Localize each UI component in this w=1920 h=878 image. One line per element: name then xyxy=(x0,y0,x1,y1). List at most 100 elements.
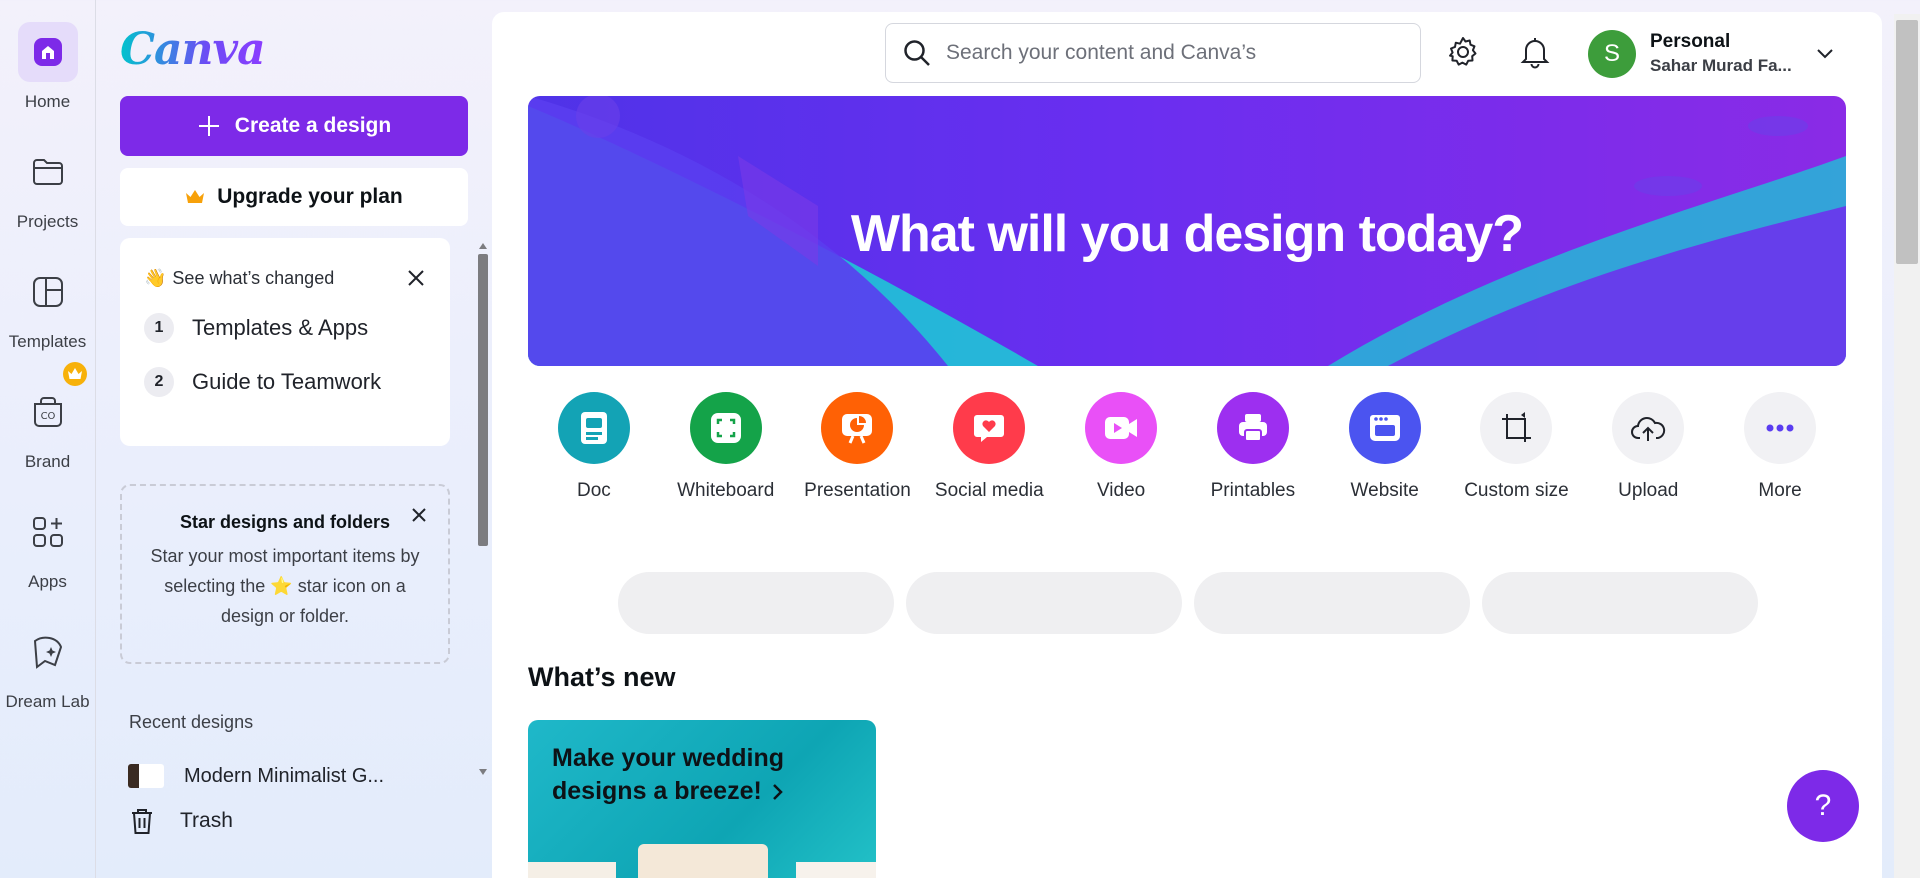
rail-label-brand: Brand xyxy=(24,452,71,471)
left-rail: Home Projects Templates CO Brand Apps Dr… xyxy=(0,0,96,878)
account-name: Personal xyxy=(1650,31,1731,52)
search-icon xyxy=(904,40,930,66)
trash-icon xyxy=(132,809,152,834)
promo-line-2-row: designs a breeze! xyxy=(552,775,852,808)
sidebar-scrollbar[interactable] xyxy=(478,254,488,546)
close-icon[interactable] xyxy=(406,268,426,288)
video-icon xyxy=(1085,392,1158,464)
avatar: S xyxy=(1588,30,1636,78)
rail-item-home[interactable]: Home xyxy=(0,22,96,142)
shortcut-label: Printables xyxy=(1210,480,1296,501)
account-switcher[interactable]: S Personal Sahar Murad Fa... xyxy=(1588,30,1834,78)
notifications-bell-icon[interactable] xyxy=(1519,35,1551,69)
rail-label-apps: Apps xyxy=(28,572,67,591)
templates-icon xyxy=(18,262,78,322)
search-input[interactable] xyxy=(946,41,1386,65)
account-subtitle: Sahar Murad Fa... xyxy=(1650,56,1792,75)
upgrade-plan-button[interactable]: Upgrade your plan xyxy=(120,168,468,226)
account-text: Personal Sahar Murad Fa... xyxy=(1650,30,1792,78)
shortcut-upload[interactable]: Upload xyxy=(1582,392,1714,502)
shortcut-social-media[interactable]: Social media xyxy=(923,392,1055,502)
crown-icon xyxy=(186,190,205,203)
loading-placeholder xyxy=(1482,572,1758,634)
star-designs-card: Star designs and folders Star your most … xyxy=(120,484,450,664)
rail-item-apps[interactable]: Apps xyxy=(0,502,96,622)
crown-badge-icon xyxy=(63,362,87,386)
help-button[interactable]: ? xyxy=(1787,770,1859,842)
dream-lab-icon xyxy=(18,622,78,682)
whats-changed-text: See what’s changed xyxy=(172,268,335,288)
chevron-down-icon xyxy=(1816,49,1833,59)
wedding-promo-card[interactable]: Make your wedding designs a breeze! xyxy=(528,720,876,878)
shortcut-more[interactable]: More xyxy=(1714,392,1846,502)
social-media-heart-icon xyxy=(953,392,1026,464)
rail-label-home: Home xyxy=(24,92,71,111)
trash-label: Trash xyxy=(180,809,233,832)
close-icon[interactable] xyxy=(410,506,428,524)
star-card-title: Star designs and folders xyxy=(179,512,391,532)
plus-icon xyxy=(198,116,219,136)
promo-illustration xyxy=(528,844,876,878)
shortcut-label: Presentation xyxy=(804,480,911,501)
shortcut-custom-size[interactable]: Custom size xyxy=(1451,392,1583,502)
loading-placeholder xyxy=(906,572,1182,634)
sidebar-scroll-area: 👋 See what’s changed 1 Templates & Apps … xyxy=(96,236,490,796)
more-dots-icon xyxy=(1744,392,1817,464)
loading-placeholder xyxy=(1194,572,1470,634)
shortcut-presentation[interactable]: Presentation xyxy=(792,392,924,502)
shortcut-label: More xyxy=(1758,480,1802,501)
settings-gear-icon[interactable] xyxy=(1446,35,1480,69)
shortcut-label: Social media xyxy=(934,480,1044,501)
step-label: Guide to Teamwork xyxy=(192,369,382,394)
hero-title: What will you design today? xyxy=(850,205,1524,263)
svg-text:CO: CO xyxy=(40,411,55,422)
shortcut-website[interactable]: Website xyxy=(1319,392,1451,502)
shortcut-label: Website xyxy=(1350,480,1419,501)
website-icon xyxy=(1348,392,1421,464)
promo-line-1: Make your wedding xyxy=(552,744,784,772)
shortcut-video[interactable]: Video xyxy=(1055,392,1187,502)
brand-icon: CO xyxy=(18,382,78,442)
step-item[interactable]: 1 Templates & Apps xyxy=(144,313,426,343)
step-number: 2 xyxy=(144,367,174,397)
whats-new-title: What’s new xyxy=(528,662,676,692)
step-label: Templates & Apps xyxy=(192,315,369,340)
promo-line-2: designs a breeze! xyxy=(552,777,762,805)
step-item[interactable]: 2 Guide to Teamwork xyxy=(144,367,426,397)
rail-item-dream-lab[interactable]: Dream Lab xyxy=(0,622,96,742)
whiteboard-icon xyxy=(689,392,762,464)
design-thumbnail xyxy=(128,764,164,788)
shortcut-label: Upload xyxy=(1618,480,1679,501)
scroll-up-arrow-icon[interactable] xyxy=(478,242,488,250)
star-card-body: Star your most important items by select… xyxy=(136,541,434,631)
shortcut-label: Doc xyxy=(577,480,611,501)
search-box[interactable] xyxy=(885,23,1421,83)
upgrade-plan-label: Upgrade your plan xyxy=(217,185,403,208)
trash-link[interactable]: Trash xyxy=(128,806,233,836)
loading-placeholder xyxy=(618,572,894,634)
shortcut-printables[interactable]: Printables xyxy=(1187,392,1319,502)
canva-logo[interactable]: Canva xyxy=(120,24,266,75)
shortcut-whiteboard[interactable]: Whiteboard xyxy=(660,392,792,502)
rail-label-projects: Projects xyxy=(16,212,79,231)
recent-designs-title: Recent designs xyxy=(129,712,254,732)
scroll-down-arrow-icon[interactable] xyxy=(478,768,488,776)
rail-item-projects[interactable]: Projects xyxy=(0,142,96,262)
shortcut-label: Video xyxy=(1096,480,1146,501)
printer-icon xyxy=(1216,392,1289,464)
shortcut-label: Whiteboard xyxy=(677,480,775,501)
home-icon xyxy=(17,22,78,82)
create-design-label: Create a design xyxy=(234,114,392,137)
shortcut-doc[interactable]: Doc xyxy=(528,392,660,502)
whats-changed-card: 👋 See what’s changed 1 Templates & Apps … xyxy=(120,238,450,446)
promo-text: Make your wedding designs a breeze! xyxy=(552,742,852,808)
step-number: 1 xyxy=(144,313,174,343)
rail-item-brand[interactable]: CO Brand xyxy=(0,382,96,502)
doc-icon xyxy=(557,392,630,464)
rail-label-dream-lab: Dream Lab xyxy=(5,692,90,711)
recent-design-item[interactable]: Modern Minimalist G... xyxy=(128,764,384,788)
design-type-shortcuts: Doc Whiteboard Presentation Social media… xyxy=(528,392,1846,502)
page-scrollbar-thumb[interactable] xyxy=(1896,20,1918,264)
wave-hand-icon: 👋 xyxy=(144,268,167,288)
create-design-button[interactable]: Create a design xyxy=(120,96,468,156)
